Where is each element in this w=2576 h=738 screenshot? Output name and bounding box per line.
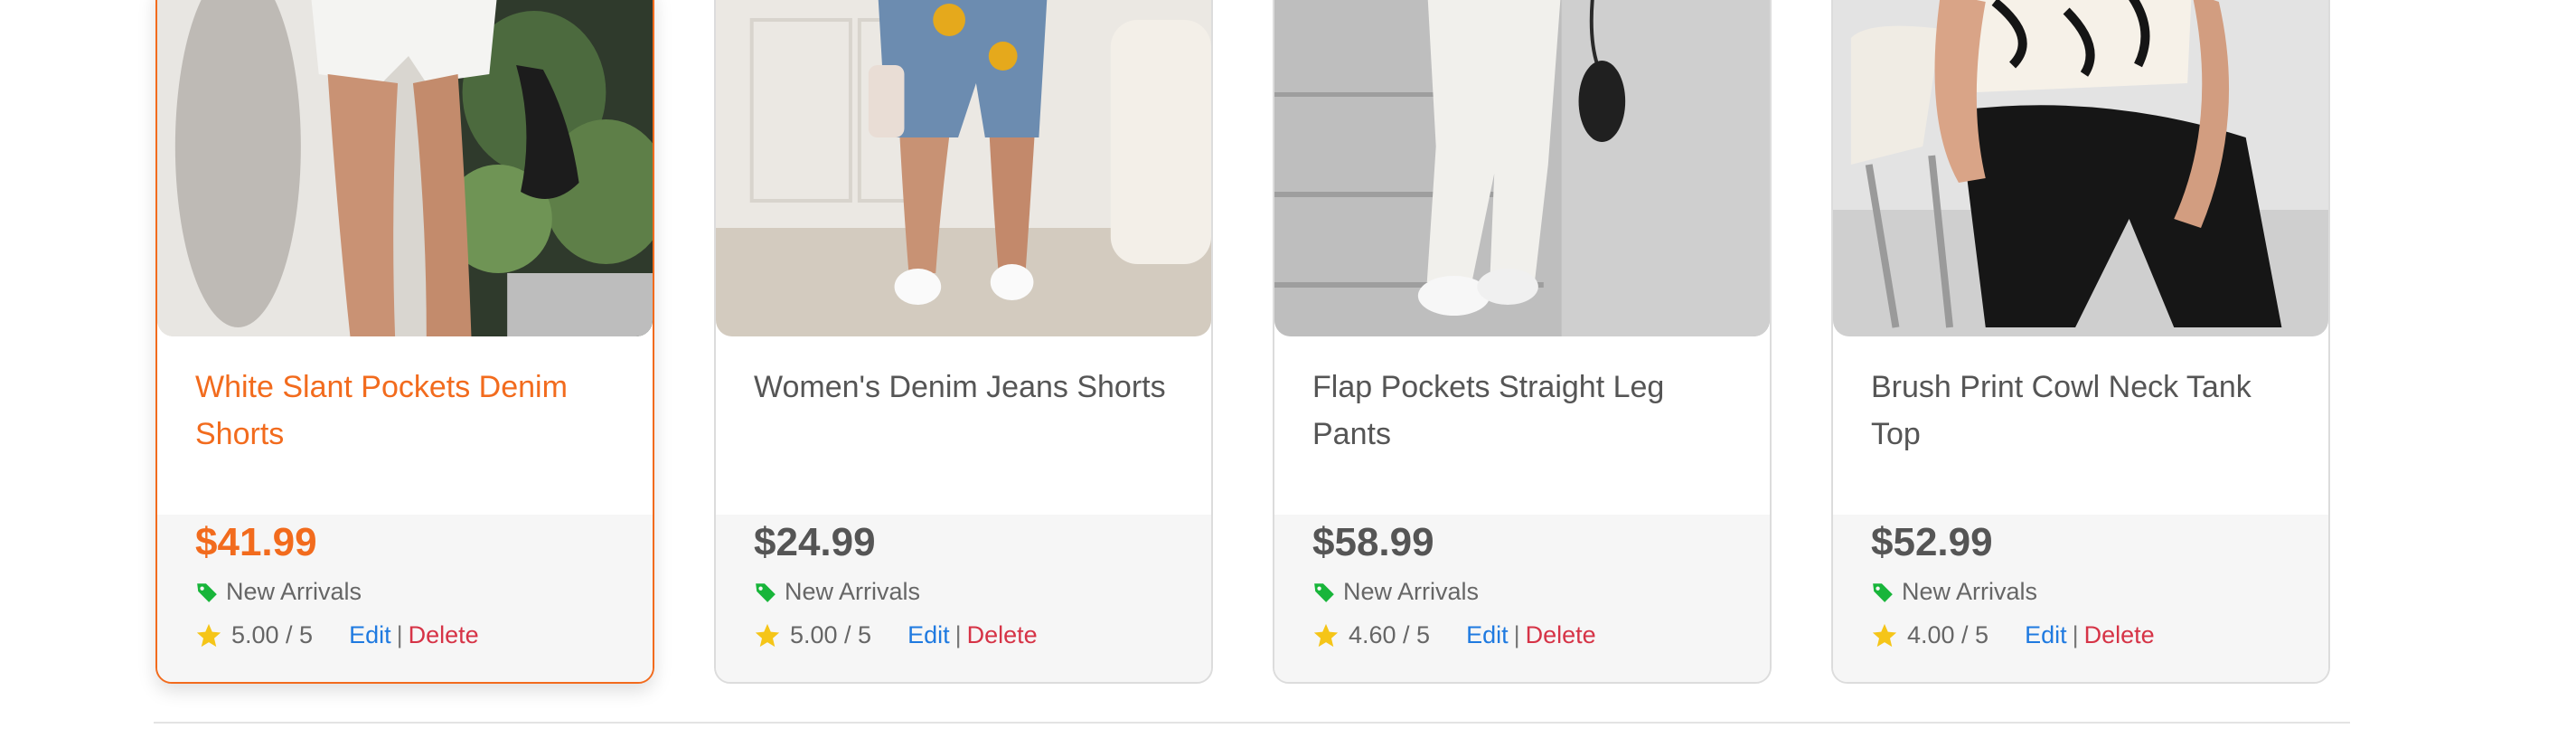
product-footer: $24.99 New Arrivals 5.00 / 5 Edit | Dele…	[716, 515, 1211, 682]
product-rating: 4.60 / 5	[1349, 621, 1431, 648]
product-category: New Arrivals	[195, 578, 362, 606]
edit-link[interactable]: Edit	[907, 621, 950, 649]
edit-link[interactable]: Edit	[2025, 621, 2067, 649]
category-label: New Arrivals	[1343, 578, 1480, 605]
product-image[interactable]	[1274, 0, 1770, 336]
product-title[interactable]: White Slant Pockets Denim Shorts	[195, 364, 615, 458]
product-meta: 5.00 / 5 Edit | Delete	[754, 621, 1038, 649]
link-separator: |	[396, 621, 403, 648]
delete-link[interactable]: Delete	[1526, 621, 1596, 649]
product-meta: 4.60 / 5 Edit | Delete	[1312, 621, 1596, 649]
tag-icon	[1873, 582, 1893, 602]
product-image[interactable]	[1833, 0, 2328, 336]
delete-link[interactable]: Delete	[967, 621, 1038, 649]
product-card[interactable]: Brush Print Cowl Neck Tank Top $52.99 Ne…	[1831, 0, 2330, 684]
product-price: $41.99	[195, 520, 317, 564]
product-rating: 5.00 / 5	[231, 621, 314, 648]
category-label: New Arrivals	[226, 578, 362, 605]
product-title[interactable]: Women's Denim Jeans Shorts	[754, 364, 1173, 411]
product-footer: $41.99 New Arrivals 5.00 / 5 Edit | Dele…	[157, 515, 653, 682]
tag-icon	[756, 582, 776, 602]
product-image[interactable]	[716, 0, 1211, 336]
product-meta: 4.00 / 5 Edit | Delete	[1871, 621, 2155, 649]
product-category: New Arrivals	[754, 578, 920, 606]
product-price: $58.99	[1312, 520, 1434, 564]
category-label: New Arrivals	[785, 578, 921, 605]
product-footer: $58.99 New Arrivals 4.60 / 5 Edit | Dele…	[1274, 515, 1770, 682]
product-footer: $52.99 New Arrivals 4.00 / 5 Edit | Dele…	[1833, 515, 2328, 682]
delete-link[interactable]: Delete	[2084, 621, 2155, 649]
product-category: New Arrivals	[1312, 578, 1479, 606]
section-divider	[154, 722, 2350, 724]
tag-icon	[197, 582, 217, 602]
product-card[interactable]: White Slant Pockets Denim Shorts $41.99 …	[155, 0, 654, 684]
star-icon	[1872, 623, 1897, 647]
product-category: New Arrivals	[1871, 578, 2037, 606]
product-title[interactable]: Flap Pockets Straight Leg Pants	[1312, 364, 1732, 458]
star-icon	[1313, 623, 1339, 647]
link-separator: |	[1513, 621, 1520, 648]
product-rating: 4.00 / 5	[1907, 621, 1989, 648]
edit-link[interactable]: Edit	[1466, 621, 1509, 649]
product-title[interactable]: Brush Print Cowl Neck Tank Top	[1871, 364, 2290, 458]
product-price: $24.99	[754, 520, 876, 564]
tag-icon	[1314, 582, 1334, 602]
product-card[interactable]: Women's Denim Jeans Shorts $24.99 New Ar…	[714, 0, 1213, 684]
category-label: New Arrivals	[1902, 578, 2038, 605]
edit-link[interactable]: Edit	[349, 621, 391, 649]
product-rating: 5.00 / 5	[790, 621, 872, 648]
star-icon	[755, 623, 780, 647]
product-image[interactable]	[157, 0, 653, 336]
product-card[interactable]: Flap Pockets Straight Leg Pants $58.99 N…	[1273, 0, 1772, 684]
star-icon	[196, 623, 221, 647]
product-price: $52.99	[1871, 520, 1993, 564]
link-separator: |	[2072, 621, 2079, 648]
delete-link[interactable]: Delete	[409, 621, 479, 649]
link-separator: |	[954, 621, 962, 648]
product-meta: 5.00 / 5 Edit | Delete	[195, 621, 479, 649]
product-grid: White Slant Pockets Denim Shorts $41.99 …	[0, 0, 2576, 738]
